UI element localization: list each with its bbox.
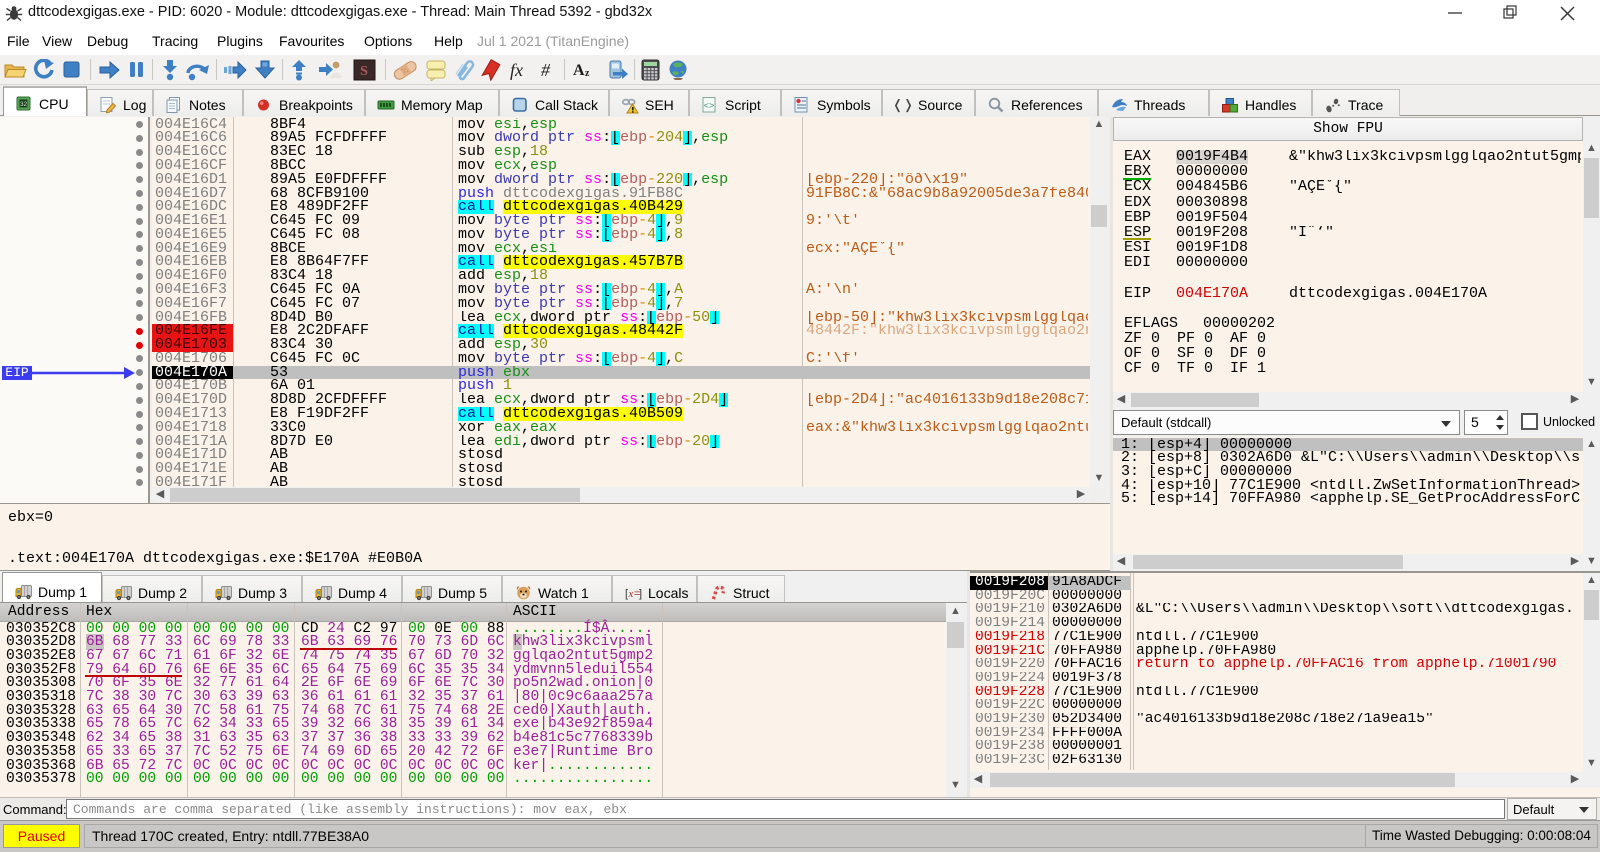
svg-text:❬❭: ❬❭	[894, 97, 912, 113]
svg-text:]: ]	[639, 588, 642, 600]
svg-text:32: 32	[20, 101, 27, 108]
svg-text:fx: fx	[510, 60, 523, 80]
svg-text:A: A	[573, 62, 585, 79]
svg-text:<>: <>	[704, 102, 715, 112]
svg-text:x: x	[628, 588, 634, 600]
svg-text:z: z	[585, 68, 590, 79]
svg-text:S: S	[360, 64, 368, 79]
svg-text:#: #	[541, 60, 551, 80]
